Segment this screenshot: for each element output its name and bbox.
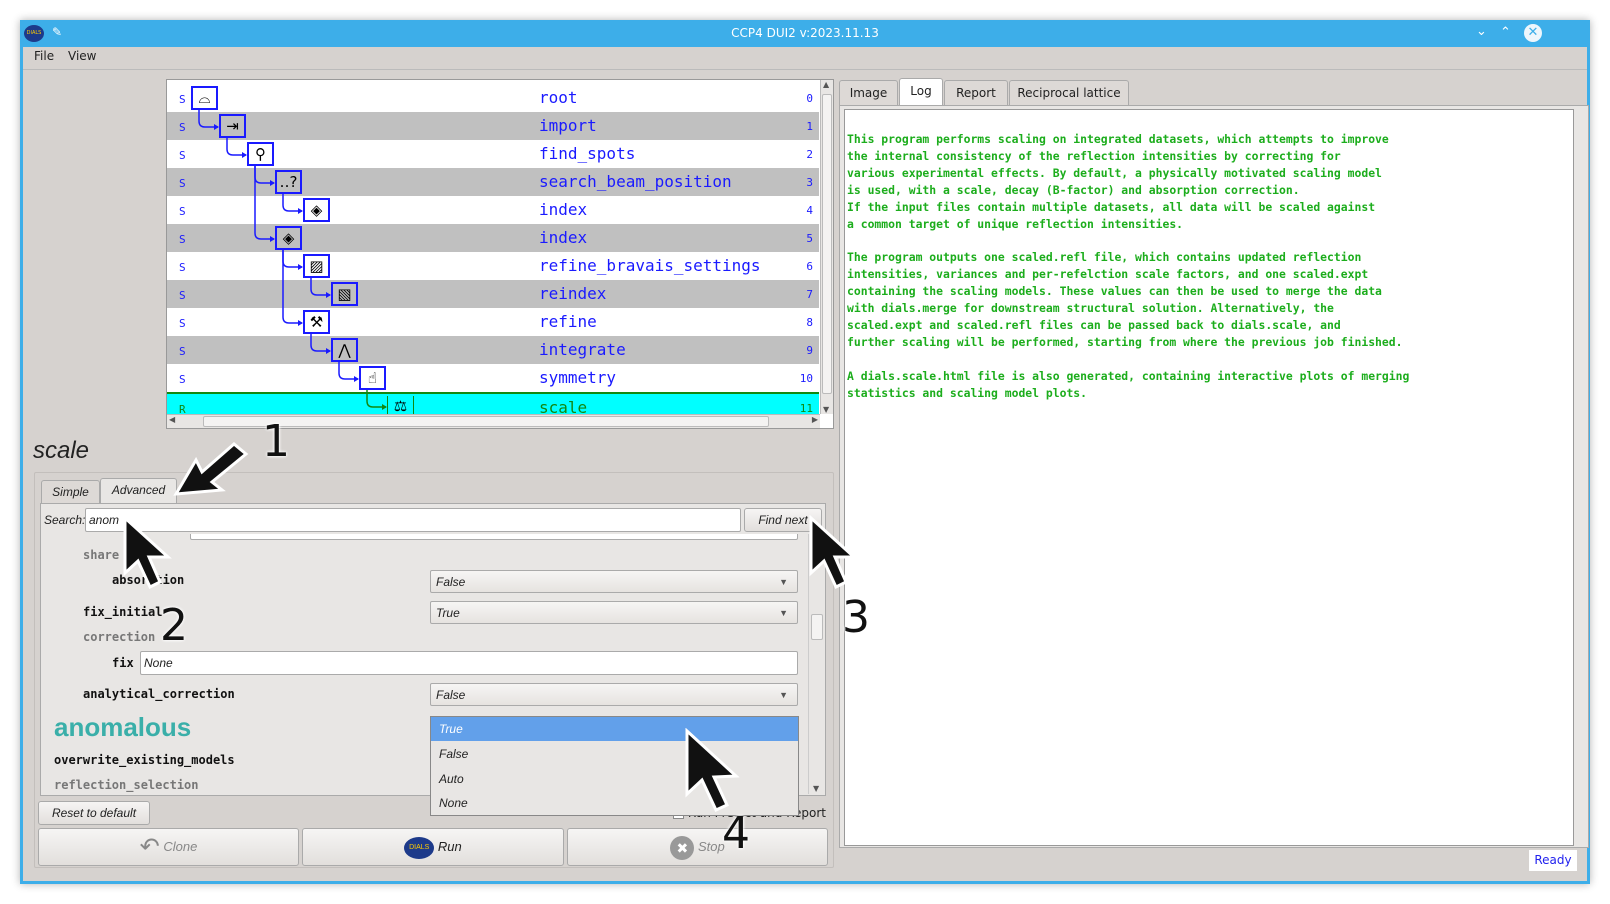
fix-initial-value: True xyxy=(436,606,460,620)
dials-logo-icon: DIALS xyxy=(404,836,435,859)
annotation-number-4: 4 xyxy=(722,808,750,859)
search-input[interactable]: anom xyxy=(85,508,741,532)
search-label: Search: xyxy=(44,513,86,527)
tree-connector xyxy=(282,250,302,268)
annotation-cursor-3-icon xyxy=(809,515,858,590)
clone-icon: ↶ xyxy=(139,833,160,861)
chevron-down-icon: ▼ xyxy=(779,608,788,618)
stop-button[interactable]: ✖ Stop xyxy=(567,828,828,866)
tab-advanced[interactable]: Advanced xyxy=(100,478,177,504)
tree-connector xyxy=(310,278,330,296)
label-correction: correction xyxy=(83,630,156,644)
label-share: share xyxy=(83,548,120,562)
label-fix-initial: fix_initial xyxy=(83,605,163,619)
maximize-icon[interactable]: ⌃ xyxy=(1500,25,1511,40)
label-reflection-selection: reflection_selection xyxy=(54,778,199,792)
stop-icon: ✖ xyxy=(670,835,695,860)
fix-input[interactable]: None xyxy=(140,651,798,675)
absorption-select[interactable]: False ▼ xyxy=(430,570,798,593)
log-text: This program performs scaling on integra… xyxy=(844,109,1574,846)
arrowhead-icon xyxy=(354,376,359,382)
stop-label: Stop xyxy=(697,839,725,854)
tree-connectors xyxy=(198,110,387,410)
arrowhead-icon xyxy=(298,208,303,214)
run-button[interactable]: DIALS Run xyxy=(302,828,564,866)
workflow-tree[interactable]: Sroot 0 ⌓ Simport 1 ⇥ Sfind_spots 2 ⚲ Ssearch_bea… xyxy=(166,79,834,429)
label-fix: fix xyxy=(112,656,134,670)
tree-connector xyxy=(254,166,274,184)
label-overwrite-existing-models: overwrite_existing_models xyxy=(54,753,235,767)
chevron-down-icon: ▼ xyxy=(779,690,788,700)
annotation-cursor-4-icon xyxy=(685,728,740,812)
chevron-down-icon: ▼ xyxy=(779,577,788,587)
status-label: Ready xyxy=(1529,850,1577,871)
tab-image[interactable]: Image xyxy=(839,80,898,105)
tree-connector xyxy=(282,194,302,212)
tab-report[interactable]: Report xyxy=(944,80,1008,105)
arrowhead-icon xyxy=(214,124,219,130)
clone-label: Clone xyxy=(163,839,198,854)
run-label: Run xyxy=(437,839,462,854)
annotation-number-3: 3 xyxy=(842,592,870,643)
tree-connector xyxy=(338,362,358,380)
analytical-correction-select[interactable]: False ▼ xyxy=(430,683,798,706)
tree-connector xyxy=(198,110,218,128)
section-anomalous: anomalous xyxy=(54,712,192,742)
minimize-icon[interactable]: ⌄ xyxy=(1476,24,1487,39)
tab-reciprocal-lattice[interactable]: Reciprocal lattice xyxy=(1009,80,1129,105)
arrowhead-icon xyxy=(298,264,303,270)
arrowhead-icon xyxy=(382,404,387,410)
label-analytical-correction: analytical_correction xyxy=(83,687,235,701)
tab-log[interactable]: Log xyxy=(899,78,943,105)
menu-divider xyxy=(23,69,1587,70)
tree-connector xyxy=(226,138,246,156)
annotation-number-1: 1 xyxy=(262,416,290,467)
close-icon[interactable]: ✕ xyxy=(1524,24,1542,42)
arrowhead-icon xyxy=(242,152,247,158)
arrowhead-icon xyxy=(270,180,275,186)
tree-vertical-scrollbar[interactable]: ▲ ▼ xyxy=(820,80,833,414)
absorption-value: False xyxy=(436,575,466,589)
partial-input[interactable] xyxy=(190,534,798,540)
tree-connector xyxy=(254,166,274,240)
tab-simple[interactable]: Simple xyxy=(41,480,100,504)
step-heading: scale xyxy=(33,437,90,464)
arrowhead-icon xyxy=(298,320,303,326)
arrowhead-icon xyxy=(326,348,331,354)
arrowhead-icon xyxy=(270,236,275,242)
analytical-correction-value: False xyxy=(436,688,466,702)
menu-view[interactable]: View xyxy=(68,49,96,63)
clone-button[interactable]: ↶ Clone xyxy=(38,828,299,866)
tree-connector xyxy=(282,250,302,324)
reset-to-default-button[interactable]: Reset to default xyxy=(38,801,150,825)
title-bar: DIALS ✎ CCP4 DUI2 v:2023.11.13 ⌄ ⌃ ✕ xyxy=(20,20,1590,47)
annotation-cursor-2-icon xyxy=(123,515,172,590)
fix-initial-select[interactable]: True ▼ xyxy=(430,601,798,624)
annotation-cursor-1-icon xyxy=(173,442,249,496)
arrowhead-icon xyxy=(326,292,331,298)
window-title: CCP4 DUI2 v:2023.11.13 xyxy=(731,26,879,40)
tree-connector xyxy=(310,334,330,352)
tree-connector xyxy=(366,390,386,408)
annotation-number-2: 2 xyxy=(160,600,188,651)
menu-file[interactable]: File xyxy=(34,49,54,63)
